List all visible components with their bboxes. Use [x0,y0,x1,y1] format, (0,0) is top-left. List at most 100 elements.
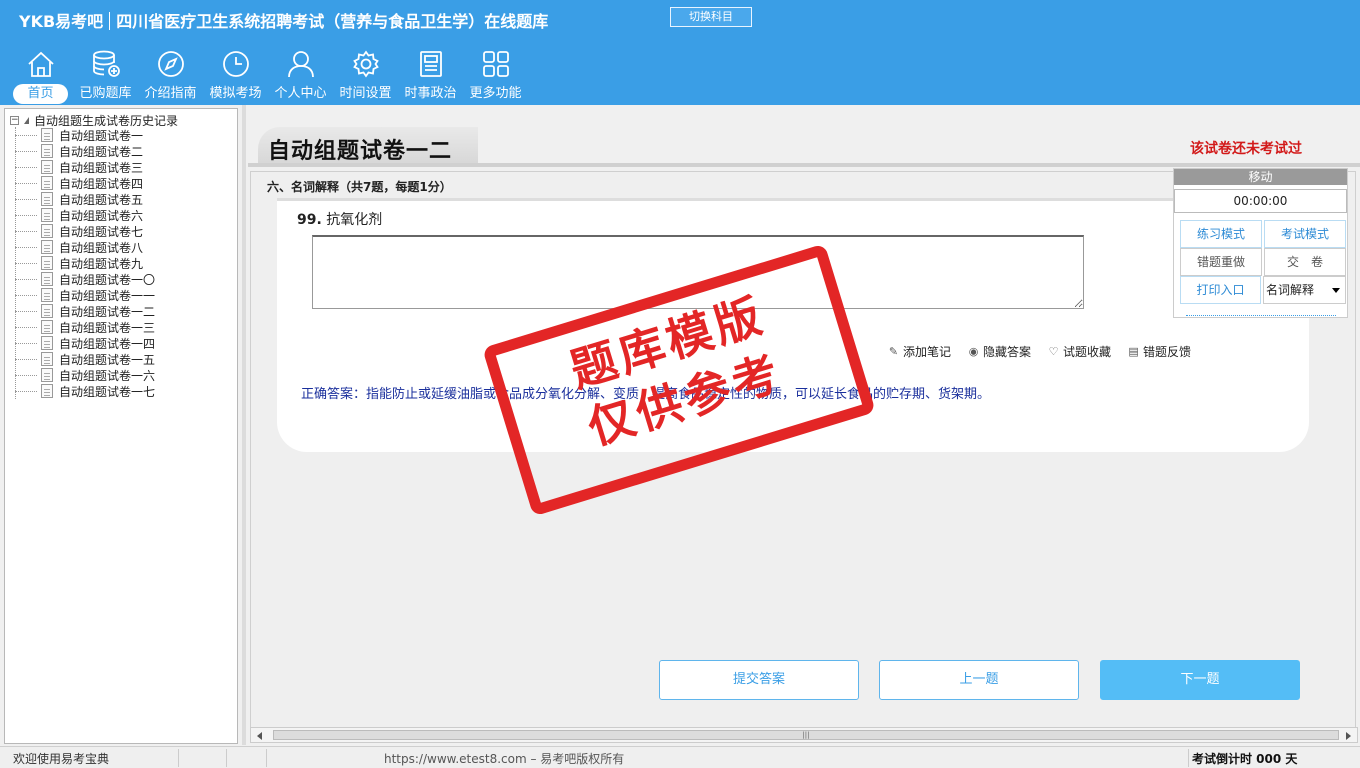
tree-item[interactable]: 自动组题试卷七 [15,223,155,239]
exam-countdown: 考试倒计时 000 天 [1192,752,1298,766]
document-icon [41,128,53,142]
question-text: 99. 抗氧化剂 [297,209,382,229]
switch-subject-button[interactable]: 切换科目 [670,7,752,27]
pencil-icon: ✎ [888,345,899,358]
submit-answer-button[interactable]: 提交答案 [659,660,859,700]
status-divider [266,749,267,767]
gear-icon [350,48,382,80]
document-icon [41,336,53,350]
print-button[interactable]: 打印入口 [1180,276,1261,304]
document-icon [41,304,53,318]
document-icon [41,224,53,238]
horizontal-scrollbar[interactable]: ||| [250,727,1358,743]
hand-in-button[interactable]: 交 卷 [1264,248,1346,276]
tree-item[interactable]: 自动组题试卷一六 [15,367,155,383]
tree-item[interactable]: 自动组题试卷一 [15,127,155,143]
tree-item[interactable]: 自动组题试卷一五 [15,351,155,367]
report-error-button[interactable]: ▤ 错题反馈 [1127,343,1191,360]
tree-item-label: 自动组题试卷一四 [59,336,156,351]
nav-guide[interactable]: 介绍指南 [138,48,203,104]
next-question-button[interactable]: 下一题 [1100,660,1300,700]
user-icon [285,48,317,80]
tree-connector [15,278,37,280]
status-divider [1188,749,1189,767]
copyright-text: https://www.etest8.com – 易考吧版权所有 [384,752,625,766]
add-note-button[interactable]: ✎ 添加笔记 [887,343,951,360]
tree-item-label: 自动组题试卷二 [59,144,144,159]
grid-icon [480,48,512,80]
tree-item-label: 自动组题试卷五 [59,192,144,207]
document-icon [41,192,53,206]
nav-profile[interactable]: 个人中心 [268,48,333,104]
nav-purchased[interactable]: 已购题库 [73,48,138,104]
welcome-text: 欢迎使用易考宝典 [13,752,110,766]
document-icon [41,208,53,222]
scroll-left-icon[interactable] [257,732,262,740]
tree-item[interactable]: 自动组题试卷五 [15,191,155,207]
move-handle[interactable]: 移动 [1174,169,1347,185]
tree-item-label: 自动组题试卷六 [59,208,144,223]
nav-purchased-label: 已购题库 [79,86,132,101]
splitter[interactable] [242,105,246,745]
practice-mode-button[interactable]: 练习模式 [1180,220,1262,248]
tree-connector [15,246,37,248]
tree-connector [15,310,37,312]
tree-item[interactable]: 自动组题试卷一四 [15,335,155,351]
add-note-label: 添加笔记 [903,345,952,359]
prev-question-button[interactable]: 上一题 [879,660,1079,700]
tree-item-label: 自动组题试卷四 [59,176,144,191]
hide-answer-button[interactable]: ◉ 隐藏答案 [967,343,1031,360]
collapse-icon[interactable]: − [10,115,19,125]
tree-item[interactable]: 自动组题试卷三 [15,159,155,175]
nav-home[interactable]: 首页 [8,48,73,104]
question-tools: ✎ 添加笔记 ◉ 隐藏答案 ♡ 试题收藏 ▤ 错题反馈 [887,343,1207,360]
history-tree[interactable]: − 自动组题生成试卷历史记录 自动组题试卷一 自动组题试卷二 自动组题试卷三 自动组题… [4,108,238,744]
tree-item-label: 自动组题试卷七 [59,224,144,239]
tree-item[interactable]: 自动组题试卷一一 [15,287,155,303]
question-number: 99. [297,212,322,228]
tree-item-label: 自动组题试卷一三 [59,320,156,335]
tree-connector [15,134,37,136]
tree-item[interactable]: 自动组题试卷一〇 [15,271,155,287]
question-type-select[interactable]: 名词解释 [1263,276,1346,304]
tree-connector [15,198,37,200]
tree-item[interactable]: 自动组题试卷四 [15,175,155,191]
section-heading: 六、名词解释（共7题，每题1分） [267,180,452,194]
document-icon [41,368,53,382]
exam-mode-button[interactable]: 考试模式 [1264,220,1346,248]
tree-connector [15,150,37,152]
question-body: 抗氧化剂 [326,212,383,228]
heart-icon: ♡ [1048,345,1059,358]
tree-connector [15,374,37,376]
nav-current-affairs[interactable]: 时事政治 [398,48,463,104]
tree-connector [15,390,37,392]
tree-item[interactable]: 自动组题试卷一七 [15,383,155,399]
answer-input[interactable] [312,235,1084,309]
tree-connector [15,182,37,184]
nav-more[interactable]: 更多功能 [463,48,528,104]
nav-home-label: 首页 [13,84,68,104]
tree-connector [15,326,37,328]
nav-guide-label: 介绍指南 [144,86,197,101]
tree-item[interactable]: 自动组题试卷九 [15,255,155,271]
scroll-right-icon[interactable] [1346,732,1351,740]
timer-display: 00:00:00 [1174,189,1347,213]
tree-item[interactable]: 自动组题试卷八 [15,239,155,255]
nav-time-settings[interactable]: 时间设置 [333,48,398,104]
favorite-button[interactable]: ♡ 试题收藏 [1047,343,1111,360]
tree-connector [15,294,37,296]
redo-wrong-button[interactable]: 错题重做 [1180,248,1262,276]
tree-item[interactable]: 自动组题试卷一三 [15,319,155,335]
tree-connector [15,230,37,232]
tree-item[interactable]: 自动组题试卷六 [15,207,155,223]
scroll-thumb[interactable]: ||| [273,730,1339,740]
status-divider [226,749,227,767]
nav-mock-exam[interactable]: 模拟考场 [203,48,268,104]
app-title: 四川省医疗卫生系统招聘考试（营养与食品卫生学）在线题库 [116,12,549,31]
expanded-arrow-icon [24,116,29,124]
exam-status-text: 该试卷还未考试过 [1190,141,1302,157]
tree-item[interactable]: 自动组题试卷一二 [15,303,155,319]
tree-item[interactable]: 自动组题试卷二 [15,143,155,159]
app-header: YKB易考吧 四川省医疗卫生系统招聘考试（营养与食品卫生学）在线题库 切换科目 首… [0,0,1360,105]
nav-current-affairs-label: 时事政治 [404,86,457,101]
